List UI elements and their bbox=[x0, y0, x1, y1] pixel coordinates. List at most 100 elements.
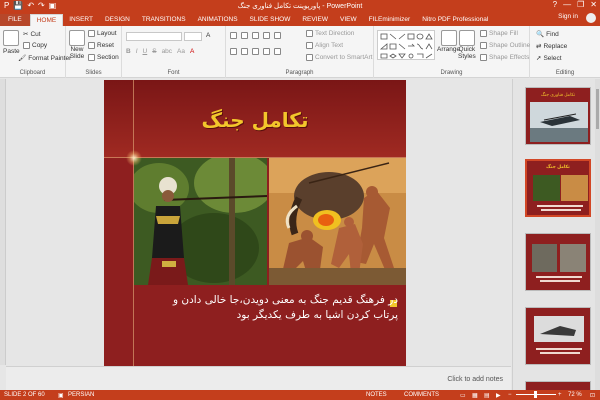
tab-transitions[interactable]: TRANSITIONS bbox=[136, 14, 192, 26]
notes-pane[interactable]: Click to add notes bbox=[6, 366, 511, 390]
slides-group: New Slide Layout Reset Section Slides bbox=[66, 26, 122, 78]
format-painter-button[interactable]: 🖌 Format Painter bbox=[18, 54, 71, 63]
sign-in-link[interactable]: Sign in bbox=[558, 13, 578, 20]
tab-view[interactable]: VIEW bbox=[334, 14, 363, 26]
select-button[interactable]: ➚ Select bbox=[536, 54, 562, 63]
thumbnail-slide-2[interactable]: تکامل جنگ bbox=[525, 159, 591, 217]
brush-icon: 🖌 bbox=[18, 55, 27, 62]
pen-icon bbox=[480, 42, 487, 49]
slide-body-text[interactable]: در فرهنگ قدیم جنگ به معنی دویدن،جا خالی … bbox=[164, 293, 398, 323]
cut-button[interactable]: ✂ Cut bbox=[23, 30, 41, 39]
section-button[interactable]: Section bbox=[88, 54, 119, 61]
tab-fileminimizer[interactable]: FILEminimizer bbox=[363, 14, 417, 26]
section-icon bbox=[88, 54, 95, 61]
numbering-icon[interactable] bbox=[241, 32, 248, 39]
find-button[interactable]: 🔍 Find bbox=[536, 30, 559, 39]
align-left-icon[interactable] bbox=[230, 48, 237, 55]
align-text-button[interactable]: Align Text bbox=[306, 42, 343, 49]
spellcheck-icon[interactable]: ▣ bbox=[58, 392, 64, 399]
tab-animations[interactable]: ANIMATIONS bbox=[192, 14, 244, 26]
help-button[interactable]: ? bbox=[553, 0, 557, 9]
zoom-level[interactable]: 72 % bbox=[568, 392, 582, 398]
font-family-select[interactable] bbox=[126, 32, 182, 41]
slides-label: Slides bbox=[85, 70, 102, 76]
slide-panel-collapsed[interactable] bbox=[0, 79, 6, 365]
font-format-row: B I U S abc Aa A bbox=[126, 48, 194, 55]
zoom-out-button[interactable]: − bbox=[508, 392, 512, 398]
underline-button[interactable]: U bbox=[143, 48, 148, 55]
zoom-in-button[interactable]: + bbox=[558, 392, 562, 398]
convert-smartart-button[interactable]: Convert to SmartArt bbox=[306, 54, 372, 61]
effects-icon bbox=[480, 54, 487, 61]
paragraph-label: Paragraph bbox=[285, 70, 314, 76]
change-case-button[interactable]: Aa bbox=[177, 48, 185, 55]
tribal-warrior-photo bbox=[134, 158, 267, 285]
tab-insert[interactable]: INSERT bbox=[63, 14, 99, 26]
restore-button[interactable]: ❐ bbox=[577, 0, 584, 9]
tab-nitro-pdf[interactable]: Nitro PDF Professional bbox=[416, 14, 494, 26]
quick-styles-button[interactable]: Quick Styles bbox=[458, 30, 476, 60]
columns-icon[interactable] bbox=[274, 48, 281, 55]
replace-button[interactable]: ⇄ Replace bbox=[536, 42, 567, 51]
strikethrough-button[interactable]: S bbox=[152, 48, 156, 55]
cavemen-mammoth-image[interactable] bbox=[269, 158, 406, 285]
close-button[interactable]: ✕ bbox=[590, 0, 597, 9]
fit-to-window-icon[interactable]: ⊡ bbox=[590, 392, 595, 399]
slide-sorter-icon[interactable]: ▦ bbox=[472, 392, 478, 399]
scrollbar-thumb[interactable] bbox=[596, 89, 599, 129]
ribbon-tabs: FILE HOME INSERT DESIGN TRANSITIONS ANIM… bbox=[0, 12, 600, 26]
normal-view-icon[interactable]: ▭ bbox=[460, 392, 466, 399]
slide-counter: SLIDE 2 OF 60 bbox=[4, 392, 45, 398]
reset-button[interactable]: Reset bbox=[88, 42, 114, 49]
thumbnail-slide-5[interactable] bbox=[525, 381, 591, 390]
font-color-icon[interactable]: A bbox=[190, 48, 194, 55]
minimize-button[interactable]: — bbox=[563, 0, 571, 9]
clipboard-group: Paste ✂ Cut Copy 🖌 Format Painter Clipboar… bbox=[0, 26, 71, 78]
layout-button[interactable]: Layout bbox=[88, 30, 117, 37]
zoom-slider-handle[interactable] bbox=[534, 391, 537, 398]
bullets-icon[interactable] bbox=[230, 32, 237, 39]
notes-placeholder[interactable]: Click to add notes bbox=[447, 376, 503, 383]
shapes-gallery[interactable] bbox=[377, 30, 435, 60]
avatar[interactable] bbox=[586, 13, 596, 23]
increase-indent-icon[interactable] bbox=[263, 32, 270, 39]
notes-button[interactable]: NOTES bbox=[366, 392, 387, 398]
tab-design[interactable]: DESIGN bbox=[99, 14, 136, 26]
thumbnail-slide-1[interactable]: تکامل فناوری جنگ bbox=[525, 87, 591, 145]
line-spacing-icon[interactable] bbox=[274, 32, 281, 39]
shape-fill-button[interactable]: Shape Fill bbox=[480, 30, 518, 37]
shape-effects-button[interactable]: Shape Effects bbox=[480, 54, 529, 61]
font-size-select[interactable] bbox=[184, 32, 202, 41]
thumbnail-3-image bbox=[532, 244, 586, 282]
thumbnail-slide-3[interactable] bbox=[525, 233, 591, 291]
comments-button[interactable]: COMMENTS bbox=[404, 392, 439, 398]
decrease-indent-icon[interactable] bbox=[252, 32, 259, 39]
font-grow-button[interactable]: A bbox=[206, 32, 210, 39]
align-right-icon[interactable] bbox=[252, 48, 259, 55]
thumbnail-slide-4[interactable] bbox=[525, 307, 591, 365]
reading-view-icon[interactable]: ▤ bbox=[484, 392, 490, 399]
copy-button[interactable]: Copy bbox=[23, 42, 47, 49]
slide-canvas[interactable]: تکامل جنگ در فرهنگ قدیم جنگ به معنی دوید… bbox=[104, 80, 406, 366]
tab-slide-show[interactable]: SLIDE SHOW bbox=[244, 14, 297, 26]
italic-button[interactable]: I bbox=[136, 48, 138, 55]
shadow-button[interactable]: abc bbox=[162, 48, 172, 55]
arrange-button[interactable]: Arrange bbox=[437, 30, 460, 53]
align-center-icon[interactable] bbox=[241, 48, 248, 55]
window-title: پاورپوینت تکامل فناوری جنگ - PowerPoint bbox=[237, 3, 363, 10]
paste-button[interactable]: Paste bbox=[3, 30, 20, 55]
shape-outline-button[interactable]: Shape Outline bbox=[480, 42, 530, 49]
tribal-warrior-image[interactable] bbox=[134, 158, 267, 285]
bold-button[interactable]: B bbox=[126, 48, 131, 55]
slide-title[interactable]: تکامل جنگ bbox=[104, 108, 406, 132]
tab-review[interactable]: REVIEW bbox=[296, 14, 334, 26]
justify-icon[interactable] bbox=[263, 48, 270, 55]
language-indicator[interactable]: PERSIAN bbox=[68, 392, 94, 398]
text-direction-button[interactable]: Text Direction bbox=[306, 30, 354, 37]
tab-home[interactable]: HOME bbox=[29, 14, 64, 26]
tab-file[interactable]: FILE bbox=[0, 14, 30, 26]
slideshow-view-icon[interactable]: ▶ bbox=[496, 392, 501, 399]
thumbnails-scrollbar[interactable] bbox=[595, 79, 600, 390]
status-bar: SLIDE 2 OF 60 ▣ PERSIAN NOTES COMMENTS ▭… bbox=[0, 390, 600, 400]
new-slide-button[interactable]: New Slide bbox=[69, 30, 85, 60]
